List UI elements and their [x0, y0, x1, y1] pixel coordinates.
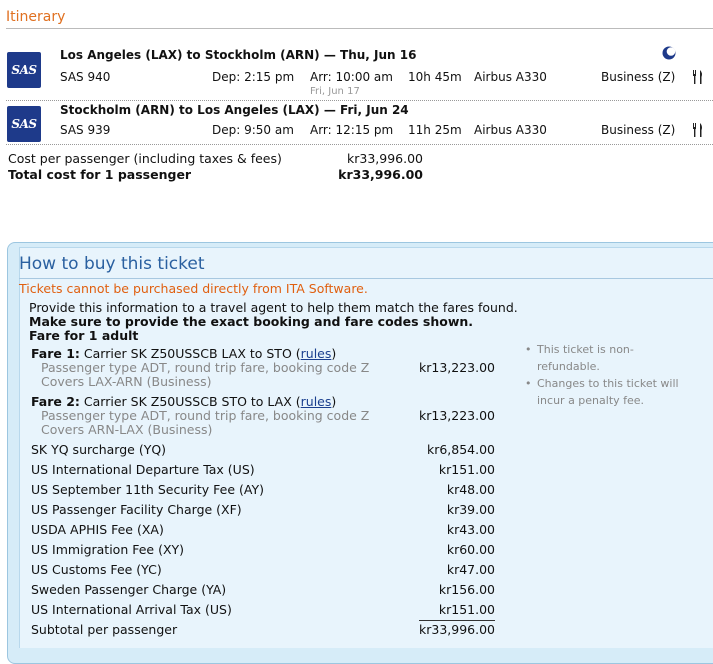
- segment-1-cabin: Business (Z): [601, 70, 676, 84]
- tax-name: US International Arrival Tax (US): [31, 602, 232, 617]
- tax-name: USDA APHIS Fee (XA): [31, 522, 164, 537]
- fare-1-line: Fare 1: Carrier SK Z50USSCB LAX to STO (…: [31, 346, 336, 361]
- tax-amount: kr48.00: [446, 482, 495, 497]
- tax-name: US International Departure Tax (US): [31, 462, 255, 477]
- fare-2-close: ): [331, 394, 337, 409]
- tax-name: US Passenger Facility Charge (XF): [31, 502, 242, 517]
- how-to-buy-title: How to buy this ticket: [19, 254, 205, 274]
- tax-name: US September 11th Security Fee (AY): [31, 482, 264, 497]
- segment-divider: [6, 144, 713, 145]
- segment-divider: [6, 100, 713, 101]
- fare-2-desc: Carrier SK Z50USSCB STO to LAX (: [83, 394, 301, 409]
- fare-2-passenger-type: Passenger type ADT, round trip fare, boo…: [41, 408, 370, 423]
- fare-2-covers: Covers ARN-LAX (Business): [41, 422, 213, 437]
- cost-per-passenger-label: Cost per passenger (including taxes & fe…: [8, 151, 282, 166]
- tax-amount: kr43.00: [446, 522, 495, 537]
- tax-name: Sweden Passenger Charge (YA): [31, 582, 227, 597]
- fare-1-covers: Covers LAX-ARN (Business): [41, 374, 212, 389]
- tax-amount: kr151.00: [438, 602, 495, 617]
- bullet-dot: •: [525, 343, 532, 356]
- segment-1-arr-date: Fri, Jun 17: [310, 86, 360, 97]
- segment-2-route: Stockholm (ARN) to Los Angeles (LAX) — F…: [60, 103, 409, 117]
- note-nonrefundable-l2: refundable.: [537, 360, 600, 373]
- fare-2-line: Fare 2: Carrier SK Z50USSCB STO to LAX (…: [31, 394, 336, 409]
- total-cost-label: Total cost for 1 passenger: [8, 167, 192, 182]
- segment-2-arr: Arr: 12:15 pm: [310, 123, 394, 137]
- tax-name: SK YQ surcharge (YQ): [31, 442, 167, 457]
- total-cost-value: kr33,996.00: [338, 167, 423, 182]
- tax-amount: kr39.00: [446, 502, 495, 517]
- how-to-buy-divider: [19, 278, 713, 279]
- segment-1-route: Los Angeles (LAX) to Stockholm (ARN) — T…: [60, 48, 417, 62]
- itinerary-title: Itinerary: [6, 9, 66, 25]
- fare-2-rules-link[interactable]: rules: [301, 394, 332, 409]
- note-penalty-l1: Changes to this ticket will: [537, 377, 679, 390]
- tax-amount: kr151.00: [438, 462, 495, 477]
- tax-amount: kr47.00: [446, 562, 495, 577]
- meal-icon: [693, 123, 702, 137]
- fare-for-label: Fare for 1 adult: [29, 328, 139, 343]
- note-penalty-l2: incur a penalty fee.: [537, 394, 645, 407]
- segment-2-flight: SAS 939: [60, 123, 111, 137]
- note-nonrefundable-l1: This ticket is non-: [537, 343, 634, 356]
- fare-2-amount: kr13,223.00: [419, 408, 495, 423]
- segment-1-arr: Arr: 10:00 am: [310, 70, 393, 84]
- tax-amount: kr156.00: [438, 582, 495, 597]
- segment-2-cabin: Business (Z): [601, 123, 676, 137]
- purchase-warning: Tickets cannot be purchased directly fro…: [19, 281, 368, 296]
- agent-instructions: Provide this information to a travel age…: [29, 300, 518, 315]
- cost-per-passenger-value: kr33,996.00: [347, 151, 423, 166]
- moon-icon: [662, 46, 676, 60]
- segment-1-duration: 10h 45m: [408, 70, 462, 84]
- fare-1-close: ): [331, 346, 337, 361]
- meal-icon: [693, 70, 702, 84]
- segment-2-dep: Dep: 9:50 am: [212, 123, 294, 137]
- segment-2-duration: 11h 25m: [408, 123, 462, 137]
- subtotal-amount: kr33,996.00: [419, 622, 495, 637]
- subtotal-divider: [419, 620, 495, 621]
- itinerary-divider: [6, 28, 713, 29]
- sas-logo: SAS: [7, 106, 41, 142]
- fare-2-label: Fare 2:: [31, 394, 80, 409]
- segment-1-flight: SAS 940: [60, 70, 111, 84]
- bullet-dot: •: [525, 377, 532, 390]
- fare-1-passenger-type: Passenger type ADT, round trip fare, boo…: [41, 360, 370, 375]
- sas-logo: SAS: [7, 52, 41, 88]
- fare-1-amount: kr13,223.00: [419, 360, 495, 375]
- tax-amount: kr6,854.00: [426, 442, 495, 457]
- tax-amount: kr60.00: [446, 542, 495, 557]
- tax-name: US Immigration Fee (XY): [31, 542, 185, 557]
- segment-1-aircraft: Airbus A330: [474, 70, 547, 84]
- tax-name: US Customs Fee (YC): [31, 562, 162, 577]
- segment-1-dep: Dep: 2:15 pm: [212, 70, 295, 84]
- fare-1-desc: Carrier SK Z50USSCB LAX to STO (: [83, 346, 301, 361]
- subtotal-label: Subtotal per passenger: [31, 622, 178, 637]
- fare-1-rules-link[interactable]: rules: [301, 346, 332, 361]
- exact-codes-instruction: Make sure to provide the exact booking a…: [29, 314, 474, 329]
- segment-2-aircraft: Airbus A330: [474, 123, 547, 137]
- fare-1-label: Fare 1:: [31, 346, 80, 361]
